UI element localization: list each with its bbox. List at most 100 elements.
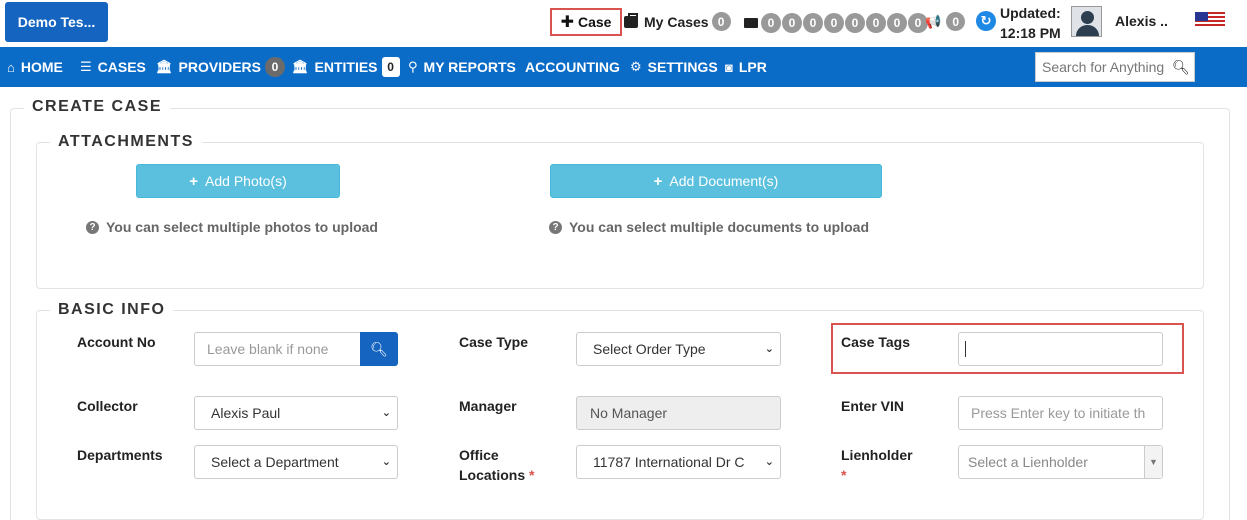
entities-count: 0 [381,57,400,77]
chevron-down-icon: ⌄ [764,343,774,355]
case-type-label: Case Type [459,334,528,350]
case-type-value: Select Order Type [593,341,706,357]
nav-my-reports[interactable]: ⚲ MY REPORTS [408,47,516,87]
home-icon: ⌂ [7,59,15,75]
search-icon: 🔍︎ [370,340,388,357]
truck-count: 0 [761,13,781,33]
truck-count: 0 [824,13,844,33]
nav-my-reports-label: MY REPORTS [423,59,516,75]
collector-select[interactable]: Alexis Paul ⌄ [194,396,398,430]
collector-label: Collector [77,398,138,414]
nav-settings[interactable]: ⚙ SETTINGS [630,47,718,87]
my-cases-link[interactable]: My Cases 0 [624,12,731,31]
lienholder-value: Select a Lienholder [968,454,1088,470]
caret-down-icon: ▼ [1144,446,1162,478]
truck-counters[interactable]: 0 0 0 0 0 0 0 0 [744,13,928,33]
manager-label: Manager [459,398,517,414]
collector-value: Alexis Paul [211,405,281,421]
account-no-input[interactable] [194,332,362,366]
us-flag-icon[interactable] [1195,12,1225,28]
nav-providers[interactable]: 🏛 PROVIDERS 0 [156,47,285,87]
bank-icon: 🏛 [292,59,309,74]
text-caret [965,341,966,357]
truck-count: 0 [845,13,865,33]
gear-icon: ⚙ [630,59,642,74]
providers-count: 0 [264,57,285,77]
create-case-legend: CREATE CASE [24,98,170,116]
search-icon[interactable]: 🔍︎ [1172,59,1190,76]
updated-label: Updated: [1000,5,1061,21]
my-cases-label: My Cases [644,13,709,30]
camera-icon: ◙ [725,59,733,75]
required-mark: * [529,467,535,483]
new-case-label: Case [577,14,612,30]
lienholder-label-text: Lienholder [841,447,913,463]
required-mark: * [841,467,847,483]
truck-count: 0 [866,13,886,33]
chevron-down-icon: ⌄ [764,456,774,468]
search-icon: ⚲ [408,59,418,74]
plus-icon: ✚ [560,14,574,31]
plus-icon: + [189,172,199,190]
global-search: 🔍︎ [1035,52,1195,82]
last-updated: Updated: 12:18 PM [1000,3,1061,43]
refresh-icon[interactable]: ↻ [976,11,996,31]
lienholder-label: Lienholder * [841,445,913,485]
list-icon: ☰ [80,59,92,74]
nav-entities-label: ENTITIES [314,59,378,75]
case-tags-input[interactable] [958,332,1163,366]
office-locations-label-text: Locations [459,467,526,483]
documents-hint-text: You can select multiple documents to upl… [569,219,870,235]
bank-icon: 🏛 [156,59,173,74]
departments-label: Departments [77,447,163,463]
documents-hint: ? You can select multiple documents to u… [549,219,869,235]
manager-field: No Manager [576,396,781,430]
nav-providers-label: PROVIDERS [178,59,261,75]
nav-accounting[interactable]: ACCOUNTING [525,47,620,87]
account-no-label: Account No [77,334,156,350]
avatar[interactable] [1071,6,1102,37]
chevron-down-icon: ⌄ [381,456,391,468]
attachments-legend: ATTACHMENTS [50,133,202,151]
megaphone-icon: 📢 [925,13,942,29]
flag-canton [1195,12,1208,21]
avatar-head [1081,11,1094,24]
question-icon: ? [549,220,562,234]
manager-value: No Manager [590,405,668,421]
truck-count: 0 [782,13,802,33]
departments-select[interactable]: Select a Department ⌄ [194,445,398,479]
add-photos-label: Add Photo(s) [205,173,287,189]
vin-input[interactable] [958,396,1163,430]
global-search-input[interactable] [1042,59,1170,75]
plus-icon: + [653,172,663,190]
nav-lpr-label: LPR [738,59,767,75]
add-photos-button[interactable]: + Add Photo(s) [136,164,340,198]
photos-hint: ? You can select multiple photos to uplo… [86,219,378,235]
nav-cases[interactable]: ☰ CASES [80,47,146,87]
truck-count: 0 [887,13,907,33]
question-icon: ? [86,220,99,234]
notifications[interactable]: 📢 0 [925,12,966,31]
add-documents-button[interactable]: + Add Document(s) [550,164,882,198]
user-name[interactable]: Alexis .. [1115,13,1168,29]
chevron-down-icon: ⌄ [381,407,391,419]
office-locations-value: 11787 International Dr C [593,454,745,470]
briefcase-icon [624,12,638,28]
notifications-count: 0 [946,12,966,31]
case-type-select[interactable]: Select Order Type ⌄ [576,332,781,366]
office-locations-label-line2: Locations * [459,465,534,485]
company-button[interactable]: Demo Tes... [5,2,108,42]
avatar-body [1076,25,1099,36]
lienholder-select[interactable]: Select a Lienholder ▼ [958,445,1163,479]
case-tags-label: Case Tags [841,334,910,350]
new-case-button[interactable]: ✚ Case [550,8,622,36]
departments-value: Select a Department [211,454,339,470]
main-nav: ⌂ HOME ☰ CASES 🏛 PROVIDERS 0 🏛 ENTITIES … [0,47,1247,87]
nav-entities[interactable]: 🏛 ENTITIES 0 [292,47,400,87]
nav-home[interactable]: ⌂ HOME [7,47,63,87]
nav-cases-label: CASES [97,59,146,75]
account-search-button[interactable]: 🔍︎ [360,332,398,366]
office-locations-select[interactable]: 11787 International Dr C ⌄ [576,445,781,479]
nav-lpr[interactable]: ◙ LPR [725,47,767,87]
enter-vin-label: Enter VIN [841,398,905,414]
